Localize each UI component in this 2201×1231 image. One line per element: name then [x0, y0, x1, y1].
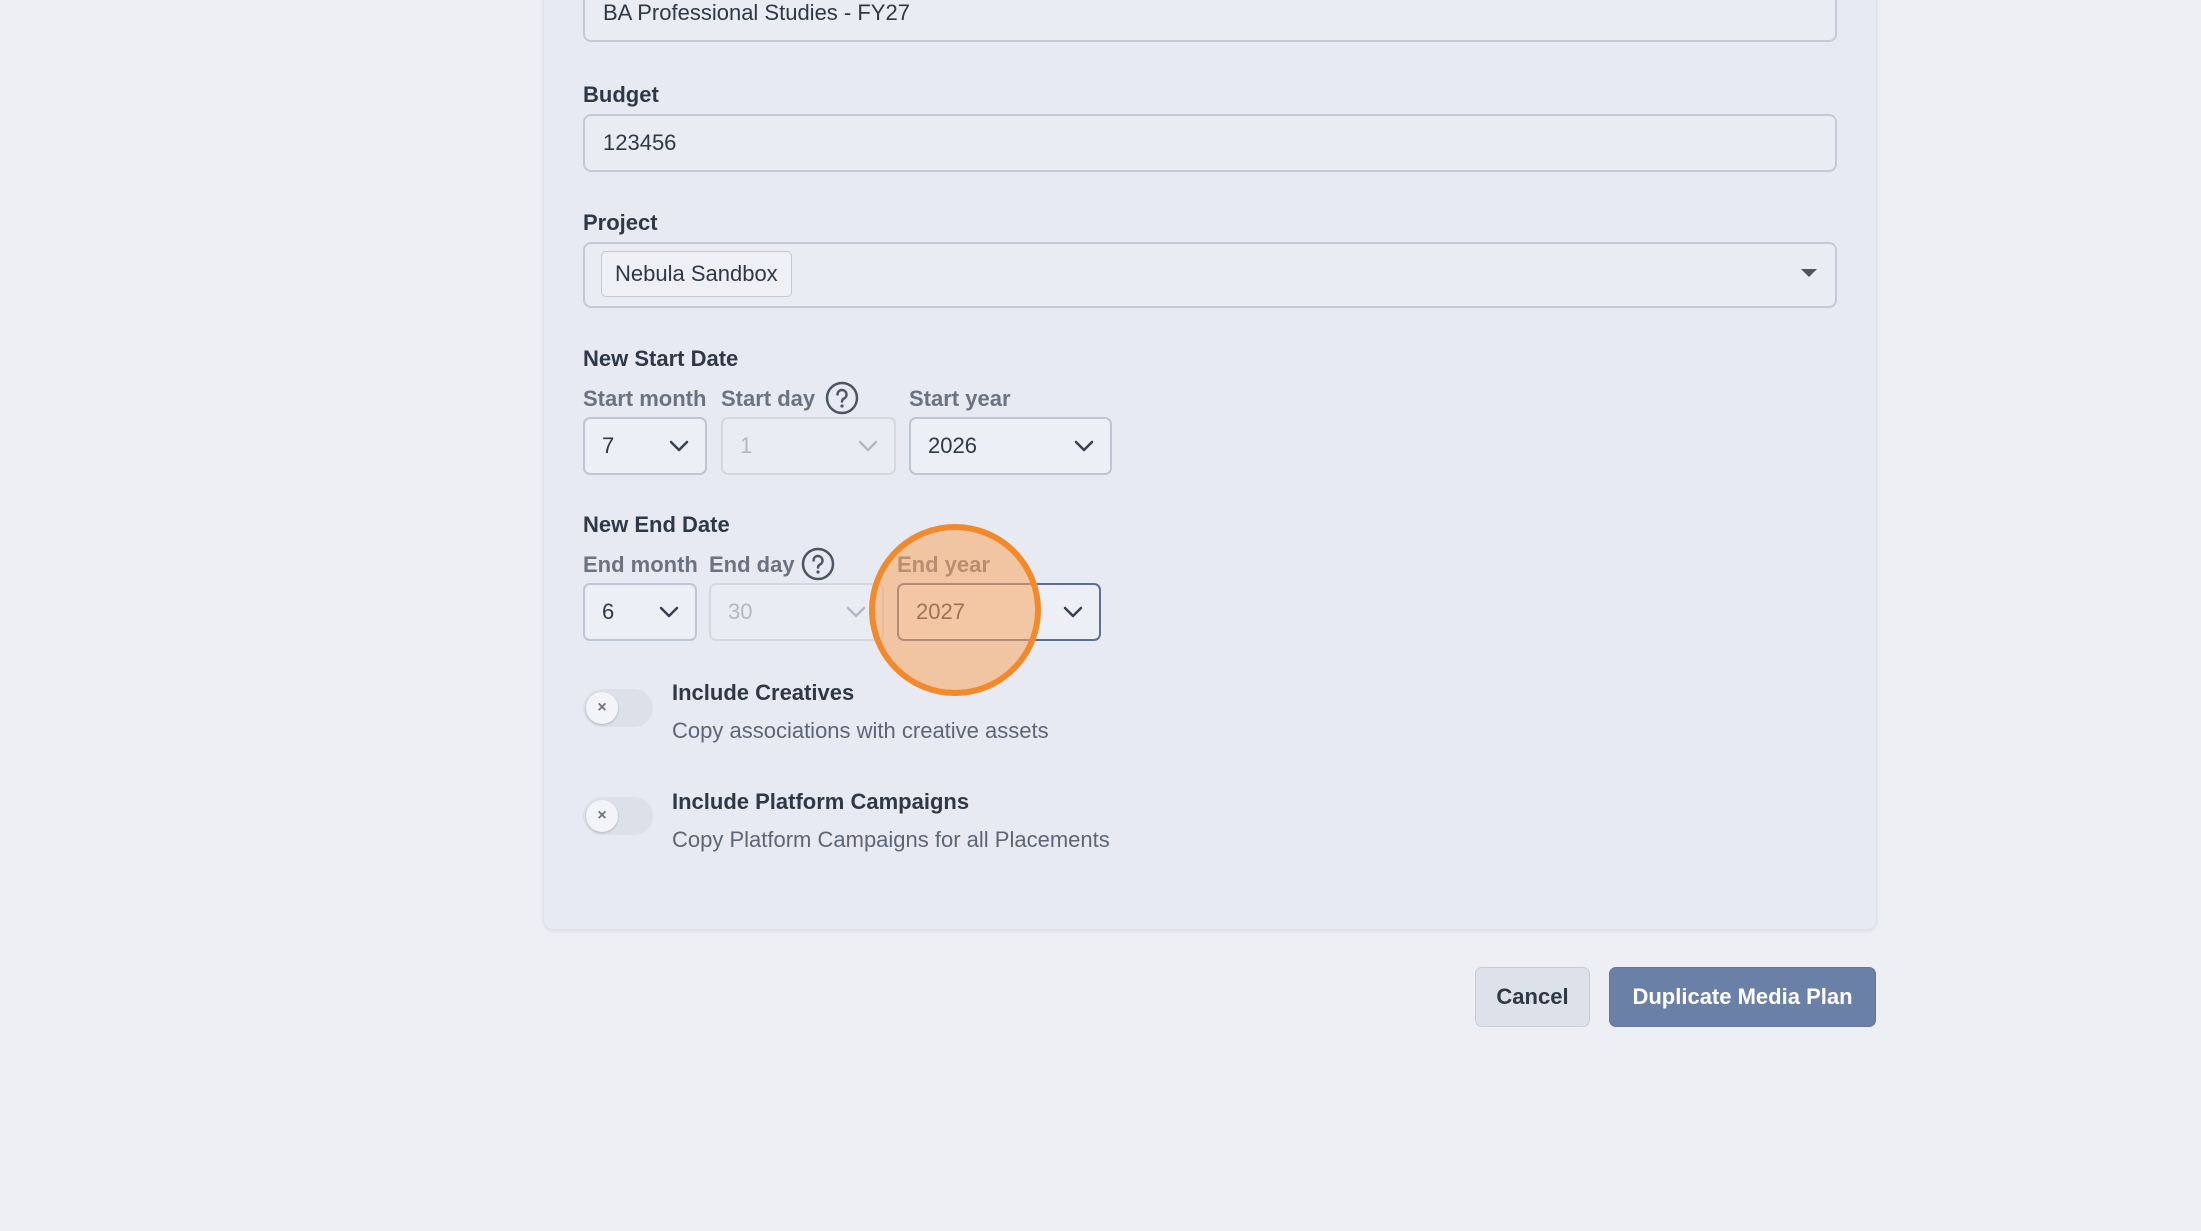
start-day-select: 1	[721, 417, 896, 475]
duplicate-media-plan-button[interactable]: Duplicate Media Plan	[1609, 967, 1876, 1027]
start-year-label: Start year	[909, 386, 1011, 411]
project-tag[interactable]: Nebula Sandbox	[601, 251, 792, 297]
include-platform-campaigns-title: Include Platform Campaigns	[672, 789, 970, 814]
x-icon: ×	[586, 800, 618, 832]
start-month-value: 7	[602, 433, 615, 458]
start-year-value: 2026	[928, 433, 977, 458]
end-year-label: End year	[897, 552, 990, 577]
include-platform-campaigns-description: Copy Platform Campaigns for all Placemen…	[672, 827, 1110, 852]
include-creatives-description: Copy associations with creative assets	[672, 718, 1049, 743]
x-icon: ×	[586, 692, 618, 724]
chevron-down-icon	[858, 440, 878, 452]
question-circle-icon[interactable]	[801, 547, 835, 581]
start-month-select[interactable]: 7	[583, 417, 707, 475]
chevron-down-icon	[846, 606, 866, 618]
chevron-down-icon	[1074, 440, 1094, 452]
include-platform-campaigns-toggle[interactable]: ×	[583, 797, 653, 835]
start-month-label: Start month	[583, 386, 707, 411]
include-creatives-title: Include Creatives	[672, 680, 855, 705]
plan-name-input[interactable]: BA Professional Studies - FY27	[583, 0, 1837, 42]
start-year-select[interactable]: 2026	[909, 417, 1112, 475]
end-date-heading: New End Date	[583, 512, 730, 537]
caret-down-icon[interactable]	[1801, 269, 1817, 277]
cancel-button[interactable]: Cancel	[1475, 967, 1590, 1027]
budget-value: 123456	[603, 130, 677, 155]
end-day-select: 30	[709, 583, 884, 641]
question-circle-icon[interactable]	[825, 381, 859, 415]
chevron-down-icon	[669, 440, 689, 452]
budget-input[interactable]: 123456	[583, 114, 1837, 172]
end-day-label: End day	[709, 552, 795, 577]
end-year-select[interactable]: 2027	[897, 583, 1101, 641]
plan-name-value: BA Professional Studies - FY27	[603, 0, 910, 25]
end-day-value: 30	[728, 599, 753, 624]
end-month-label: End month	[583, 552, 698, 577]
end-year-value: 2027	[916, 599, 965, 624]
end-month-value: 6	[602, 599, 615, 624]
include-creatives-toggle[interactable]: ×	[583, 689, 653, 727]
start-date-heading: New Start Date	[583, 346, 739, 371]
chevron-down-icon	[659, 606, 679, 618]
project-label: Project	[583, 210, 658, 235]
budget-label: Budget	[583, 82, 659, 107]
end-month-select[interactable]: 6	[583, 583, 697, 641]
start-day-value: 1	[740, 433, 753, 458]
start-day-label: Start day	[721, 386, 816, 411]
chevron-down-icon	[1063, 606, 1083, 618]
